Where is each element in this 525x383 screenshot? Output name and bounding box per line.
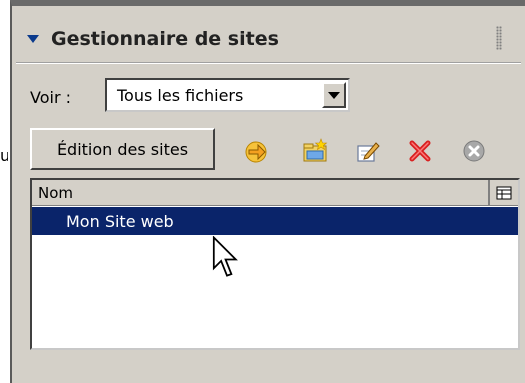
dropdown-button[interactable] — [322, 82, 346, 108]
divider-highlight — [16, 63, 521, 64]
column-header-nom[interactable]: Nom — [32, 180, 490, 205]
site-manager-panel: Gestionnaire de sites Voir : Tous les fi… — [10, 0, 525, 383]
delete-icon[interactable] — [407, 138, 433, 164]
filter-select[interactable]: Tous les fichiers — [105, 78, 350, 112]
new-site-icon[interactable] — [302, 138, 328, 164]
collapse-triangle-icon[interactable] — [27, 35, 39, 43]
list-header: Nom — [32, 180, 518, 206]
chevron-down-icon — [328, 91, 340, 99]
connect-icon[interactable] — [243, 138, 269, 164]
sites-list[interactable]: Nom Mon Site web — [30, 178, 520, 350]
mouse-cursor-icon — [212, 236, 238, 277]
panel-title: Gestionnaire de sites — [51, 28, 279, 50]
background-strip — [0, 0, 10, 383]
column-chooser-icon — [496, 186, 512, 199]
truncated-text: ur — [0, 146, 8, 165]
stop-icon[interactable] — [461, 138, 487, 164]
list-item[interactable]: Mon Site web — [32, 207, 518, 235]
list-item-label: Mon Site web — [66, 211, 174, 231]
edit-icon[interactable] — [355, 138, 381, 164]
filter-label: Voir : — [30, 88, 71, 107]
drag-grip-icon[interactable] — [496, 26, 502, 50]
column-options-button[interactable] — [490, 180, 518, 205]
panel-header[interactable]: Gestionnaire de sites — [20, 20, 508, 58]
edit-sites-button[interactable]: Édition des sites — [30, 128, 215, 170]
filter-select-value: Tous les fichiers — [117, 85, 244, 105]
